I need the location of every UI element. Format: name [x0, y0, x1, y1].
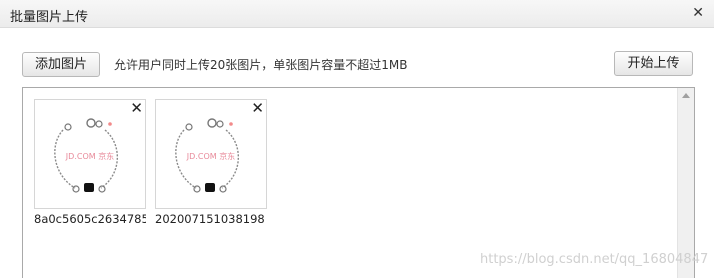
upload-dialog: 批量图片上传 ✕ 添加图片 允许用户同时上传20张图片，单张图片容量不超过1MB… [0, 0, 714, 278]
file-name: 8a0c5605c2634785 [34, 212, 146, 226]
image-thumbnail: JD.COM 京东 ✕ [155, 99, 267, 209]
remove-icon[interactable]: ✕ [251, 100, 264, 116]
close-icon[interactable]: ✕ [692, 5, 704, 21]
dialog-titlebar: 批量图片上传 ✕ [0, 0, 714, 28]
upload-hint: 允许用户同时上传20张图片，单张图片容量不超过1MB [114, 58, 408, 72]
image-thumbnail: JD.COM 京东 ✕ [34, 99, 146, 209]
thumbnail-watermark-text: JD.COM 京东 [65, 152, 115, 161]
add-image-button[interactable]: 添加图片 [22, 52, 100, 77]
remove-icon[interactable]: ✕ [130, 100, 143, 116]
vertical-scrollbar[interactable] [677, 88, 694, 278]
start-upload-button[interactable]: 开始上传 [614, 51, 693, 76]
scroll-up-arrow-icon[interactable] [682, 93, 690, 98]
file-item: JD.COM 京东 ✕ 202007151038198 [155, 99, 267, 226]
thumbnail-watermark-text: JD.COM 京东 [186, 152, 236, 161]
watermark-url: https://blog.csdn.net/qq_16804847 [480, 252, 709, 267]
dialog-title: 批量图片上传 [10, 10, 89, 25]
file-name: 202007151038198 [155, 212, 265, 226]
file-list: JD.COM 京东 ✕ 8a0c5605c2634785 JD.COM 京东 ✕… [22, 87, 695, 278]
file-item: JD.COM 京东 ✕ 8a0c5605c2634785 [34, 99, 146, 226]
